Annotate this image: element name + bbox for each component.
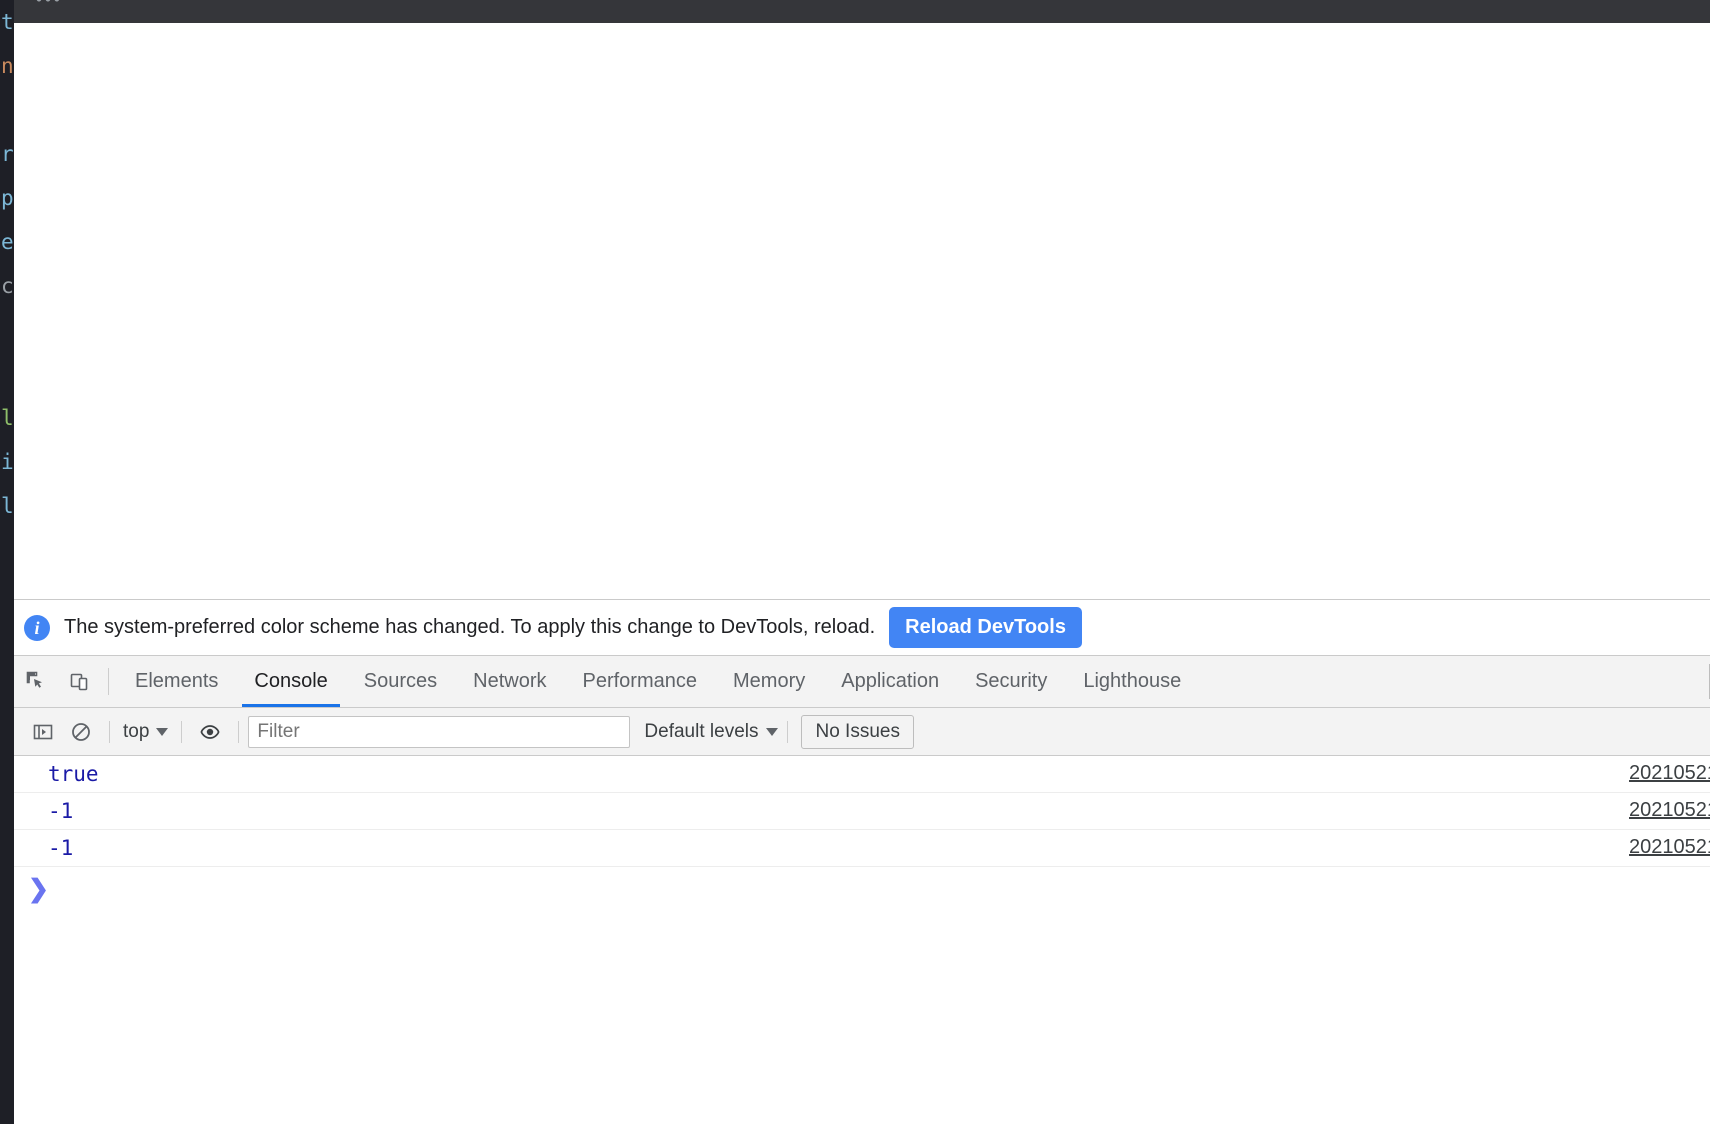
live-expression-button[interactable]: [191, 715, 229, 749]
tab-performance[interactable]: Performance: [565, 656, 716, 707]
console-row[interactable]: -1 20210521: [14, 830, 1710, 867]
editor-sliver-line: [0, 880, 14, 924]
editor-sliver-line: [0, 88, 14, 132]
console-message-text: -1: [48, 799, 74, 823]
console-sidebar-toggle-button[interactable]: [24, 715, 62, 749]
editor-sliver-line: t: [1, 10, 14, 34]
editor-sliver-line: [0, 924, 14, 968]
console-prompt[interactable]: ❯: [14, 867, 1710, 911]
console-sidebar-icon: [33, 724, 53, 739]
editor-sliver: tn rpec lil: [0, 0, 14, 1124]
tab-label: Elements: [135, 670, 219, 692]
editor-sliver-line: c: [1, 274, 14, 298]
editor-sliver-line: [0, 968, 14, 1012]
tab-label: Security: [975, 670, 1048, 692]
execution-context-selector[interactable]: top: [119, 721, 172, 743]
editor-sliver-line: [0, 308, 14, 352]
console-row[interactable]: -1 20210521: [14, 793, 1710, 830]
toolbar-divider: [109, 720, 110, 743]
console-filter-input[interactable]: [248, 715, 631, 748]
info-icon: i: [24, 614, 50, 641]
chevron-down-icon: [156, 727, 169, 736]
editor-sliver-line: [0, 748, 14, 792]
window-menu-dots[interactable]: •••: [36, 0, 63, 10]
tab-application[interactable]: Application: [823, 656, 957, 707]
live-expression-icon: [200, 724, 220, 739]
log-levels-value: Default levels: [644, 720, 759, 742]
editor-sliver-line: r: [1, 142, 14, 166]
editor-sliver-line: [0, 1100, 14, 1124]
console-message-list: true 20210521 -1 20210521 -1 20210521 ❯: [14, 756, 1710, 911]
log-levels-selector[interactable]: Default levels: [644, 720, 779, 743]
clear-console-button[interactable]: [62, 715, 100, 749]
tab-elements[interactable]: Elements: [117, 656, 236, 707]
inspect-element-button[interactable]: [14, 656, 58, 707]
clear-console-icon: [72, 722, 90, 741]
editor-sliver-line: [0, 836, 14, 880]
tab-label: Performance: [582, 670, 698, 692]
toolbar-divider: [181, 720, 183, 743]
tab-memory[interactable]: Memory: [715, 656, 823, 707]
editor-sliver-line: [0, 792, 14, 836]
devtools-tabstrip: Elements Console Sources Network Perform…: [14, 656, 1710, 708]
inspect-element-icon: [26, 671, 42, 688]
tab-console[interactable]: Console: [236, 656, 345, 707]
tabstrip-divider: [108, 668, 109, 695]
tab-label: Memory: [733, 670, 806, 692]
toolbar-divider: [787, 720, 789, 743]
execution-context-value: top: [123, 720, 150, 742]
editor-sliver-line: [0, 1012, 14, 1056]
editor-sliver-line: [0, 528, 14, 572]
prompt-chevron-icon: ❯: [28, 874, 49, 903]
tab-sources[interactable]: Sources: [346, 656, 455, 707]
chevron-down-icon: [766, 727, 779, 736]
reload-devtools-button[interactable]: Reload DevTools: [889, 607, 1082, 648]
editor-sliver-line: e: [1, 230, 14, 254]
editor-sliver-line: i: [1, 450, 14, 474]
editor-sliver-line: [0, 572, 14, 616]
editor-sliver-line: n: [1, 54, 14, 78]
editor-sliver-line: p: [1, 186, 14, 210]
infobar-message: The system-preferred color scheme has ch…: [64, 616, 876, 638]
tab-label: Application: [841, 670, 940, 692]
editor-sliver-line: [0, 616, 14, 660]
tab-label: Console: [254, 670, 328, 692]
tab-label: Sources: [363, 670, 438, 692]
console-message-text: true: [48, 762, 99, 786]
console-source-link[interactable]: 20210521: [1629, 836, 1710, 859]
editor-sliver-line: [0, 1056, 14, 1100]
console-source-link[interactable]: 20210521: [1629, 799, 1710, 822]
console-message-text: -1: [48, 836, 74, 860]
issues-status-button[interactable]: No Issues: [801, 714, 914, 749]
device-toolbar-button[interactable]: [58, 656, 102, 707]
console-toolbar: top Default levels No Issues: [14, 708, 1710, 756]
console-source-link[interactable]: 20210521: [1629, 762, 1710, 785]
tab-security[interactable]: Security: [957, 656, 1065, 707]
editor-sliver-line: l: [1, 406, 14, 430]
tab-label: Network: [473, 670, 547, 692]
tab-network[interactable]: Network: [455, 656, 564, 707]
editor-sliver-line: [0, 352, 14, 396]
editor-sliver-line: [0, 660, 14, 704]
window-top-bar: •••: [14, 0, 1710, 23]
page-viewport: [14, 23, 1710, 599]
editor-sliver-line: l: [1, 494, 14, 518]
tab-lighthouse[interactable]: Lighthouse: [1065, 656, 1199, 707]
console-row[interactable]: true 20210521: [14, 756, 1710, 793]
devtools-panel: i The system-preferred color scheme has …: [14, 599, 1710, 1124]
tab-label: Lighthouse: [1083, 670, 1182, 692]
editor-sliver-line: [0, 704, 14, 748]
toolbar-divider: [238, 720, 240, 743]
device-toolbar-icon: [70, 673, 88, 690]
color-scheme-infobar: i The system-preferred color scheme has …: [14, 600, 1710, 656]
